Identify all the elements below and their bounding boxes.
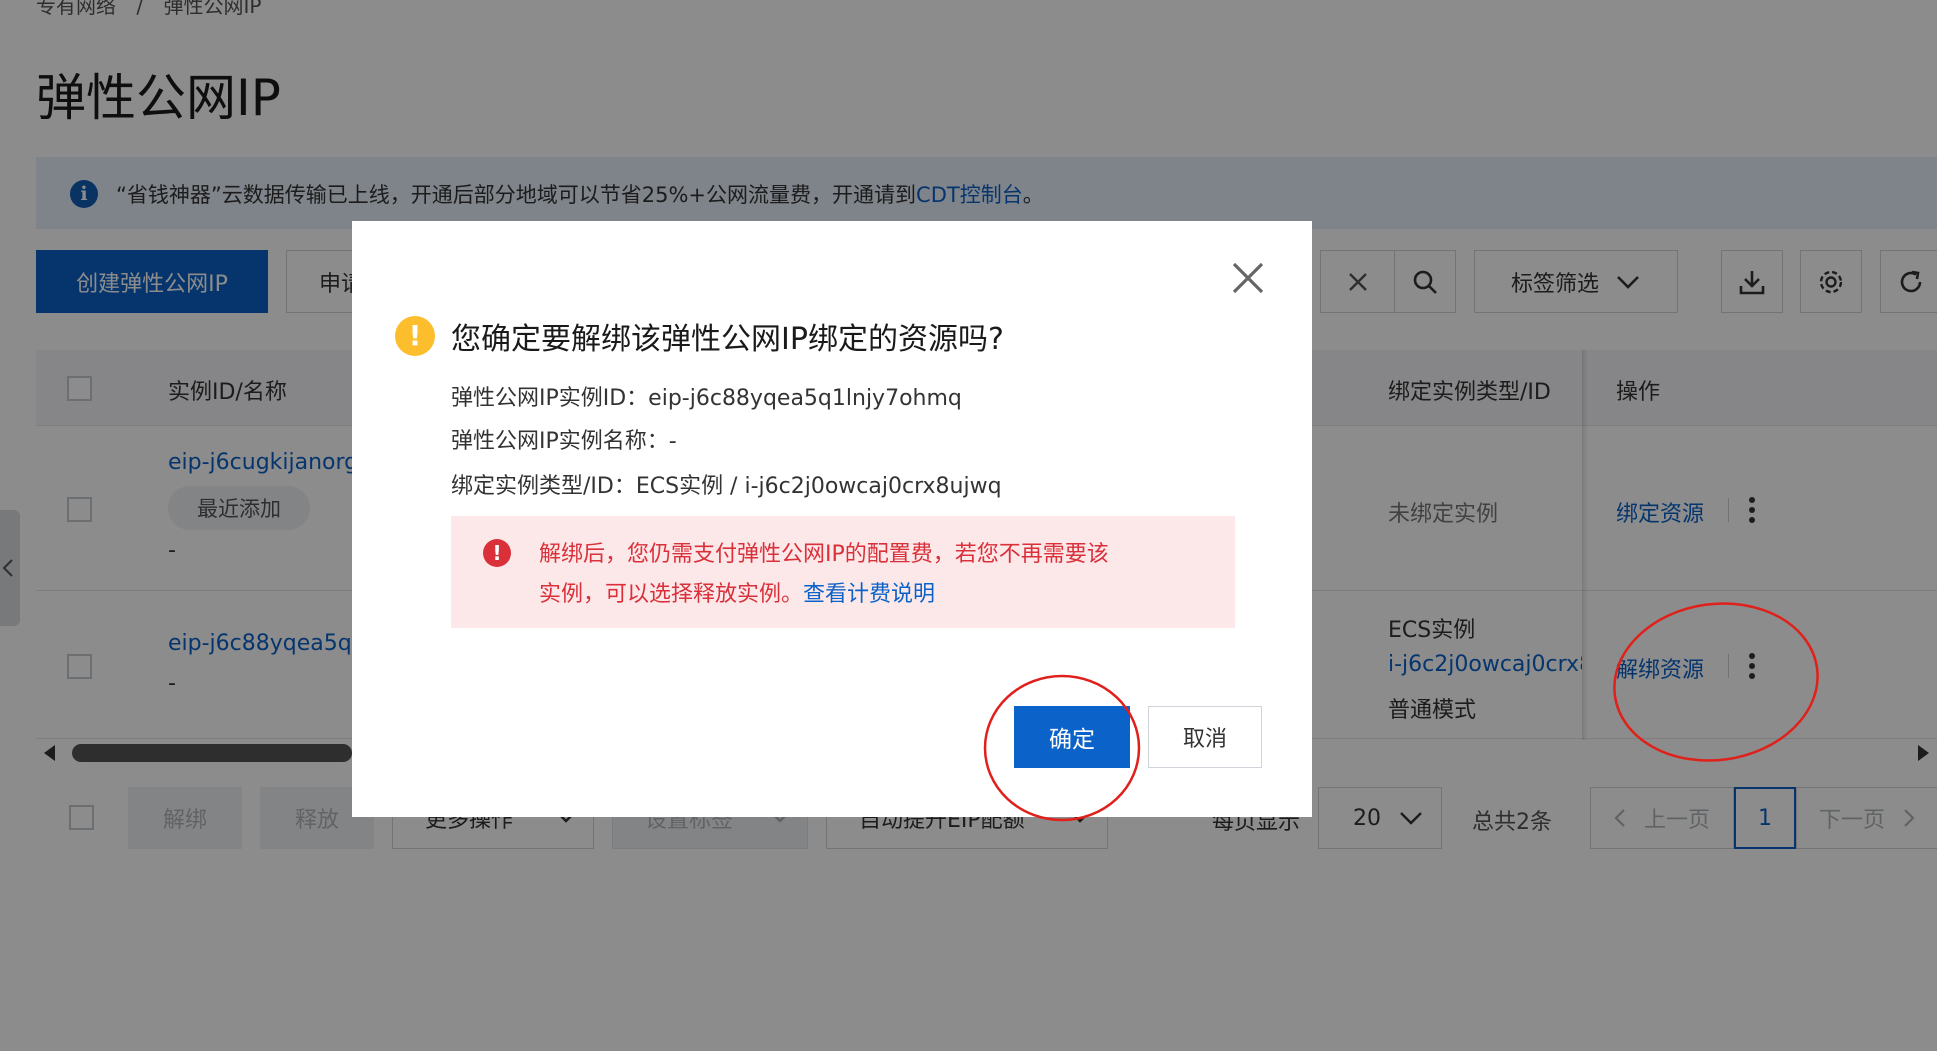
bound-instance-line: 绑定实例类型/ID：ECS实例 / i-j6c2j0owcaj0crx8ujwq xyxy=(451,474,1002,499)
alert-text-line2: 实例，可以选择释放实例。查看计费说明 xyxy=(539,576,935,608)
eip-name-line: 弹性公网IP实例名称：- xyxy=(451,429,677,454)
close-icon[interactable] xyxy=(1230,260,1266,296)
eip-id-line: 弹性公网IP实例ID：eip-j6c88yqea5q1lnjy7ohmq xyxy=(451,386,962,411)
alert-text-line1: 解绑后，您仍需支付弹性公网IP的配置费，若您不再需要该 xyxy=(539,542,1109,567)
billing-alert: ! 解绑后，您仍需支付弹性公网IP的配置费，若您不再需要该 实例，可以选择释放实… xyxy=(451,516,1235,628)
error-icon: ! xyxy=(483,539,511,567)
billing-doc-link[interactable]: 查看计费说明 xyxy=(803,582,935,607)
confirm-button[interactable]: 确定 xyxy=(1014,706,1130,768)
alert-text-line2-body: 实例，可以选择释放实例。 xyxy=(539,582,804,607)
warning-icon: ! xyxy=(395,316,435,356)
dialog-title: 您确定要解绑该弹性公网IP绑定的资源吗? xyxy=(451,322,1004,357)
cancel-button[interactable]: 取消 xyxy=(1148,706,1262,768)
